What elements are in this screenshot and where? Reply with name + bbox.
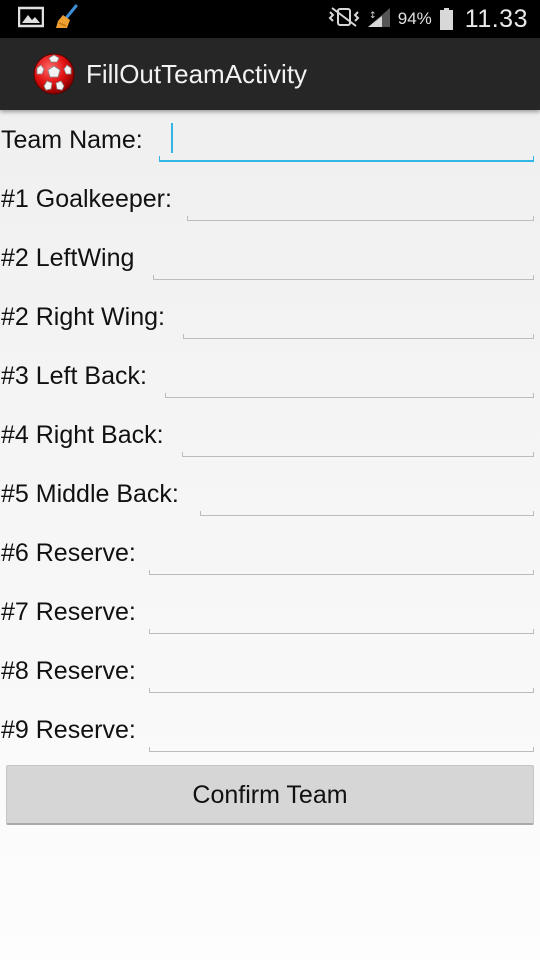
- team-name-label: Team Name:: [1, 126, 143, 154]
- right-wing-underline: [183, 334, 534, 339]
- form-row-reserve-9: #9 Reserve:: [0, 702, 540, 754]
- signal-icon: ↕: [366, 6, 392, 33]
- goalkeeper-field-wrap[interactable]: [187, 175, 534, 221]
- reserve-8-label: #8 Reserve:: [1, 657, 136, 685]
- left-back-label: #3 Left Back:: [1, 362, 147, 390]
- reserve-7-input[interactable]: [149, 588, 534, 634]
- form-row-reserve-8: #8 Reserve:: [0, 643, 540, 695]
- reserve-6-input[interactable]: [149, 529, 534, 575]
- right-back-underline: [182, 452, 534, 457]
- reserve-7-label: #7 Reserve:: [1, 598, 136, 626]
- reserve-6-label: #6 Reserve:: [1, 539, 136, 567]
- reserve-9-field-wrap[interactable]: [149, 706, 534, 752]
- form-row-left-back: #3 Left Back:: [0, 348, 540, 400]
- reserve-9-label: #9 Reserve:: [1, 716, 136, 744]
- middle-back-input[interactable]: [200, 470, 534, 516]
- form-row-left-wing: #2 LeftWing: [0, 230, 540, 282]
- right-back-label: #4 Right Back:: [1, 421, 164, 449]
- form-row-team-name: Team Name:: [0, 112, 540, 164]
- form-row-right-back: #4 Right Back:: [0, 407, 540, 459]
- reserve-7-field-wrap[interactable]: [149, 588, 534, 634]
- left-wing-field-wrap[interactable]: [153, 234, 534, 280]
- left-back-underline: [165, 393, 534, 398]
- status-left-icons: [17, 4, 80, 33]
- reserve-9-input[interactable]: [149, 706, 534, 752]
- reserve-9-underline: [149, 747, 534, 752]
- battery-percent: 94%: [397, 9, 432, 28]
- right-back-input[interactable]: [182, 411, 534, 457]
- goalkeeper-input[interactable]: [187, 175, 534, 221]
- confirm-team-button[interactable]: Confirm Team: [6, 765, 534, 825]
- team-name-field-wrap[interactable]: [159, 116, 534, 162]
- app-title: FillOutTeamActivity: [86, 59, 308, 89]
- action-bar: FillOutTeamActivity: [0, 38, 540, 110]
- form-row-goalkeeper: #1 Goalkeeper:: [0, 171, 540, 223]
- image-icon: [17, 6, 45, 33]
- left-wing-underline: [153, 275, 534, 280]
- team-name-underline: [159, 156, 534, 162]
- left-wing-label: #2 LeftWing: [1, 244, 135, 272]
- goalkeeper-underline: [187, 216, 534, 221]
- reserve-8-field-wrap[interactable]: [149, 647, 534, 693]
- status-right-icons: ↕ 94% 11.33: [328, 0, 528, 38]
- middle-back-field-wrap[interactable]: [200, 470, 534, 516]
- reserve-8-underline: [149, 688, 534, 693]
- right-wing-field-wrap[interactable]: [183, 293, 534, 339]
- reserve-6-field-wrap[interactable]: [149, 529, 534, 575]
- battery-icon: [439, 8, 453, 30]
- cleaner-broom-icon: [54, 4, 80, 35]
- reserve-6-underline: [149, 570, 534, 575]
- right-wing-input[interactable]: [183, 293, 534, 339]
- left-back-input[interactable]: [165, 352, 534, 398]
- middle-back-label: #5 Middle Back:: [1, 480, 179, 508]
- status-bar: ↕ 94% 11.33: [0, 0, 540, 38]
- form-row-reserve-6: #6 Reserve:: [0, 525, 540, 577]
- form-row-middle-back: #5 Middle Back:: [0, 466, 540, 518]
- right-back-field-wrap[interactable]: [182, 411, 534, 457]
- soccer-ball-icon: [32, 52, 76, 96]
- left-back-field-wrap[interactable]: [165, 352, 534, 398]
- clock: 11.33: [464, 4, 528, 33]
- middle-back-underline: [200, 511, 534, 516]
- goalkeeper-label: #1 Goalkeeper:: [1, 185, 172, 213]
- left-wing-input[interactable]: [153, 234, 534, 280]
- reserve-7-underline: [149, 629, 534, 634]
- vibrate-silent-icon: [328, 6, 360, 33]
- right-wing-label: #2 Right Wing:: [1, 303, 165, 331]
- team-name-input[interactable]: [159, 116, 534, 162]
- form-row-right-wing: #2 Right Wing:: [0, 289, 540, 341]
- svg-text:↕: ↕: [369, 11, 377, 21]
- text-cursor: [171, 123, 173, 153]
- form-row-reserve-7: #7 Reserve:: [0, 584, 540, 636]
- reserve-8-input[interactable]: [149, 647, 534, 693]
